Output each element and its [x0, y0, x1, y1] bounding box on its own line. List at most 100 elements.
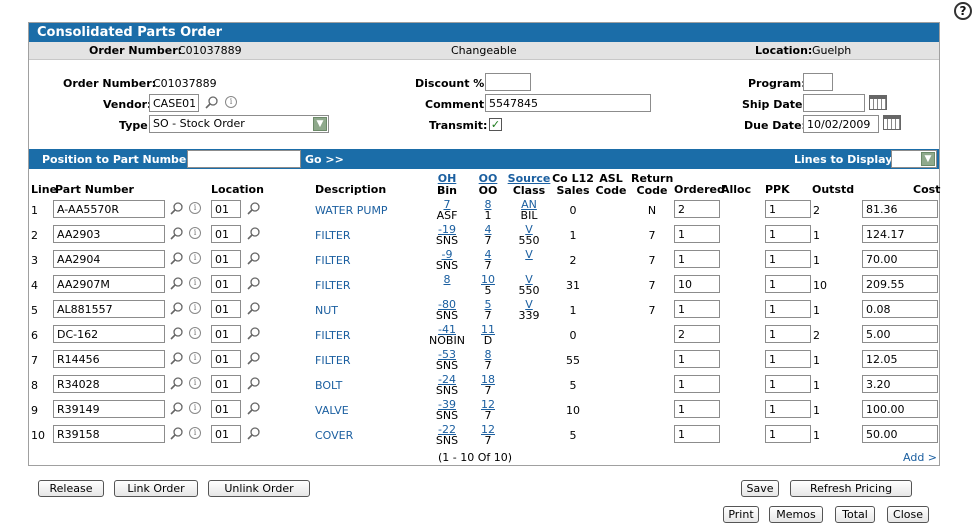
row-description-link[interactable]: FILTER [315, 255, 351, 266]
row-location-input[interactable] [211, 375, 241, 393]
row-part-input[interactable] [53, 275, 165, 293]
row-cost-input[interactable] [862, 425, 938, 443]
part-info-icon[interactable]: i [189, 402, 201, 414]
location-search-icon[interactable] [247, 201, 261, 215]
row-ordered-input[interactable] [674, 350, 720, 368]
location-search-icon[interactable] [247, 301, 261, 315]
row-part-input[interactable] [53, 425, 165, 443]
row-cost-input[interactable] [862, 300, 938, 318]
refresh-pricing-button[interactable]: Refresh Pricing [790, 480, 912, 497]
position-part-input[interactable] [187, 150, 301, 168]
location-search-icon[interactable] [247, 226, 261, 240]
row-description-link[interactable]: FILTER [315, 355, 351, 366]
part-search-icon[interactable] [170, 401, 184, 415]
type-select[interactable]: SO - Stock Order ▼ [149, 115, 329, 133]
transmit-checkbox[interactable]: ✓ [489, 118, 502, 131]
row-cost-input[interactable] [862, 375, 938, 393]
row-part-input[interactable] [53, 250, 165, 268]
row-description-link[interactable]: FILTER [315, 330, 351, 341]
row-cost-input[interactable] [862, 275, 938, 293]
row-description-link[interactable]: NUT [315, 305, 338, 316]
discount-input[interactable] [485, 73, 531, 91]
part-info-icon[interactable]: i [189, 302, 201, 314]
row-ppk-input[interactable] [765, 325, 811, 343]
part-info-icon[interactable]: i [189, 202, 201, 214]
location-search-icon[interactable] [247, 426, 261, 440]
row-cost-input[interactable] [862, 350, 938, 368]
col-oo[interactable]: OO OO [477, 173, 499, 197]
release-button[interactable]: Release [38, 480, 104, 497]
row-cost-input[interactable] [862, 200, 938, 218]
location-search-icon[interactable] [247, 351, 261, 365]
location-search-icon[interactable] [247, 276, 261, 290]
part-info-icon[interactable]: i [189, 327, 201, 339]
row-part-input[interactable] [53, 350, 165, 368]
total-button[interactable]: Total [835, 506, 875, 523]
location-search-icon[interactable] [247, 326, 261, 340]
row-ordered-input[interactable] [674, 400, 720, 418]
row-cost-input[interactable] [862, 400, 938, 418]
row-oh-link[interactable]: 8 [435, 274, 459, 285]
row-ordered-input[interactable] [674, 275, 720, 293]
part-info-icon[interactable]: i [189, 252, 201, 264]
row-ppk-input[interactable] [765, 425, 811, 443]
part-search-icon[interactable] [170, 251, 184, 265]
row-source-link[interactable]: V [507, 249, 551, 260]
row-location-input[interactable] [211, 425, 241, 443]
comment-input[interactable] [485, 94, 651, 112]
row-ppk-input[interactable] [765, 300, 811, 318]
row-description-link[interactable]: WATER PUMP [315, 205, 388, 216]
location-search-icon[interactable] [247, 251, 261, 265]
row-ordered-input[interactable] [674, 425, 720, 443]
col-oh-bin[interactable]: OH Bin [435, 173, 459, 197]
part-search-icon[interactable] [170, 301, 184, 315]
row-ppk-input[interactable] [765, 250, 811, 268]
program-input[interactable] [803, 73, 833, 91]
col-source-class[interactable]: Source Class [507, 173, 551, 197]
row-part-input[interactable] [53, 400, 165, 418]
row-ppk-input[interactable] [765, 225, 811, 243]
add-link[interactable]: Add > [903, 451, 937, 464]
part-search-icon[interactable] [170, 326, 184, 340]
row-ordered-input[interactable] [674, 225, 720, 243]
part-search-icon[interactable] [170, 226, 184, 240]
row-ordered-input[interactable] [674, 325, 720, 343]
memos-button[interactable]: Memos [769, 506, 823, 523]
row-part-input[interactable] [53, 300, 165, 318]
row-cost-input[interactable] [862, 225, 938, 243]
row-location-input[interactable] [211, 200, 241, 218]
row-description-link[interactable]: BOLT [315, 380, 342, 391]
row-cost-input[interactable] [862, 325, 938, 343]
part-search-icon[interactable] [170, 376, 184, 390]
row-description-link[interactable]: FILTER [315, 230, 351, 241]
row-part-input[interactable] [53, 375, 165, 393]
row-cost-input[interactable] [862, 250, 938, 268]
row-ordered-input[interactable] [674, 375, 720, 393]
due-date-calendar-icon[interactable] [883, 115, 901, 130]
part-info-icon[interactable]: i [189, 427, 201, 439]
row-location-input[interactable] [211, 400, 241, 418]
row-description-link[interactable]: VALVE [315, 405, 349, 416]
part-search-icon[interactable] [170, 201, 184, 215]
vendor-info-icon[interactable]: i [225, 96, 237, 108]
save-button[interactable]: Save [741, 480, 779, 497]
vendor-search-icon[interactable] [205, 95, 219, 109]
row-description-link[interactable]: FILTER [315, 280, 351, 291]
row-ppk-input[interactable] [765, 375, 811, 393]
row-ordered-input[interactable] [674, 200, 720, 218]
part-info-icon[interactable]: i [189, 352, 201, 364]
part-search-icon[interactable] [170, 426, 184, 440]
vendor-input[interactable] [149, 94, 199, 112]
row-location-input[interactable] [211, 275, 241, 293]
unlink-order-button[interactable]: Unlink Order [208, 480, 310, 497]
row-description-link[interactable]: COVER [315, 430, 353, 441]
row-ppk-input[interactable] [765, 200, 811, 218]
row-part-input[interactable] [53, 225, 165, 243]
row-location-input[interactable] [211, 250, 241, 268]
location-search-icon[interactable] [247, 376, 261, 390]
part-info-icon[interactable]: i [189, 227, 201, 239]
part-search-icon[interactable] [170, 351, 184, 365]
row-ppk-input[interactable] [765, 275, 811, 293]
row-part-input[interactable] [53, 325, 165, 343]
link-order-button[interactable]: Link Order [114, 480, 198, 497]
